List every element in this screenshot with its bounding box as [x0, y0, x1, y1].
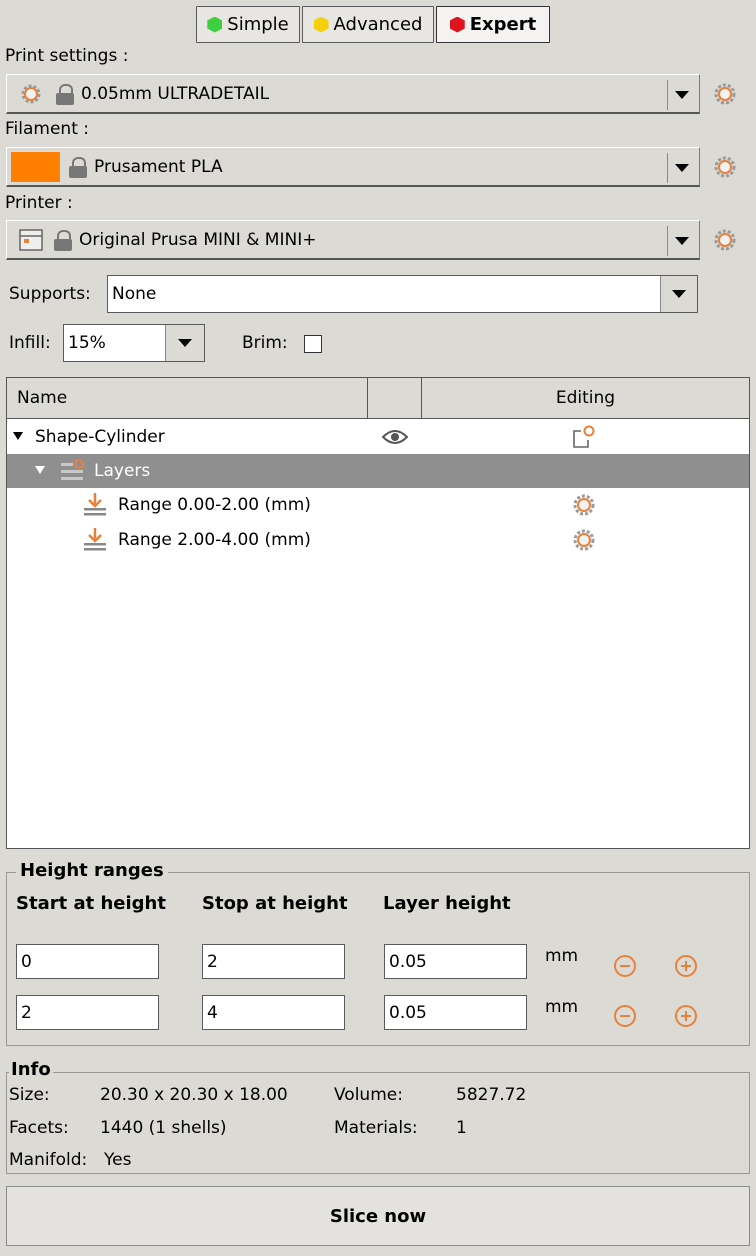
range-label: Range 2.00-4.00 (mm)	[118, 530, 311, 550]
printer-dropdown-arrow[interactable]	[667, 226, 695, 256]
facets-value: 1440 (1 shells)	[100, 1118, 227, 1138]
filament-label: Filament :	[5, 119, 89, 139]
lock-icon	[68, 156, 88, 178]
printer-value: Original Prusa MINI & MINI+	[79, 229, 317, 250]
slice-now-button[interactable]: Slice now	[6, 1186, 750, 1246]
supports-select[interactable]: None	[107, 275, 698, 313]
mode-simple-label: Simple	[227, 14, 289, 35]
expand-triangle-icon[interactable]	[35, 466, 45, 474]
filament-dropdown-arrow[interactable]	[667, 153, 695, 183]
print-settings-combo[interactable]: 0.05mm ULTRADETAIL	[6, 74, 700, 114]
printer-icon	[19, 228, 43, 251]
volume-label: Volume:	[334, 1085, 403, 1105]
object-list[interactable]: Name Editing Shape-Cylinder Layers Range…	[6, 377, 750, 849]
column-header-name[interactable]: Name	[7, 378, 367, 419]
print-settings-gear-icon	[21, 84, 41, 103]
unit-label: mm	[545, 946, 579, 966]
column-header-visibility[interactable]	[367, 378, 421, 419]
range-icon	[84, 528, 106, 551]
size-label: Size:	[9, 1085, 50, 1105]
layer-height-input[interactable]: 0.05	[384, 995, 527, 1030]
printer-combo[interactable]: Original Prusa MINI & MINI+	[6, 220, 700, 260]
printer-label: Printer :	[5, 193, 73, 213]
stop-height-header: Stop at height	[202, 893, 348, 914]
facets-label: Facets:	[9, 1118, 69, 1138]
add-range-button[interactable]	[675, 1005, 697, 1027]
edit-settings-icon[interactable]	[571, 424, 597, 450]
print-settings-value: 0.05mm ULTRADETAIL	[81, 83, 270, 104]
filament-value: Prusament PLA	[94, 156, 223, 177]
print-settings-dropdown-arrow[interactable]	[667, 80, 695, 110]
eye-icon[interactable]	[382, 429, 408, 445]
expand-triangle-icon[interactable]	[13, 432, 23, 440]
materials-label: Materials:	[334, 1118, 418, 1138]
range-icon	[84, 493, 106, 516]
manifold-label: Manifold:	[9, 1150, 88, 1170]
unit-label: mm	[545, 997, 579, 1017]
column-header-editing[interactable]: Editing	[421, 378, 749, 419]
remove-range-button[interactable]	[614, 1005, 636, 1027]
filament-edit-gear-icon[interactable]	[713, 155, 737, 179]
tree-row-object[interactable]: Shape-Cylinder	[7, 420, 749, 454]
lock-icon	[53, 229, 73, 251]
simple-mode-icon	[207, 16, 223, 33]
add-range-button[interactable]	[675, 955, 697, 977]
size-value: 20.30 x 20.30 x 18.00	[100, 1085, 288, 1105]
lock-icon	[55, 83, 75, 105]
start-height-input[interactable]: 0	[16, 944, 159, 979]
mode-advanced-button[interactable]: Advanced	[302, 6, 434, 43]
filament-color-swatch	[11, 151, 60, 182]
start-height-input[interactable]: 2	[16, 995, 159, 1030]
infill-dropdown-arrow[interactable]	[165, 325, 204, 361]
tree-row-range[interactable]: Range 0.00-2.00 (mm)	[7, 488, 749, 522]
range-label: Range 0.00-2.00 (mm)	[118, 495, 311, 515]
advanced-mode-icon	[313, 16, 329, 33]
remove-range-button[interactable]	[614, 955, 636, 977]
object-name: Shape-Cylinder	[35, 427, 165, 447]
print-settings-label: Print settings :	[5, 46, 129, 66]
supports-dropdown-arrow[interactable]	[660, 276, 697, 312]
volume-value: 5827.72	[456, 1085, 527, 1105]
layers-label: Layers	[94, 461, 151, 481]
mode-expert-button[interactable]: Expert	[436, 6, 550, 43]
stop-height-input[interactable]: 2	[202, 944, 345, 979]
supports-value: None	[112, 284, 157, 304]
mode-simple-button[interactable]: Simple	[196, 6, 300, 43]
start-height-header: Start at height	[16, 893, 166, 914]
mode-expert-label: Expert	[469, 14, 537, 35]
printer-edit-gear-icon[interactable]	[713, 228, 737, 252]
layers-icon	[61, 459, 84, 480]
height-ranges-title: Height ranges	[16, 860, 168, 881]
manifold-value: Yes	[104, 1150, 132, 1170]
layer-height-input[interactable]: 0.05	[384, 944, 527, 979]
mode-advanced-label: Advanced	[333, 14, 423, 35]
infill-label: Infill:	[9, 333, 51, 353]
tree-row-range[interactable]: Range 2.00-4.00 (mm)	[7, 523, 749, 557]
range-settings-gear-icon[interactable]	[572, 528, 596, 552]
stop-height-input[interactable]: 4	[202, 995, 345, 1030]
infill-select[interactable]: 15%	[63, 324, 205, 362]
print-settings-edit-gear-icon[interactable]	[713, 82, 737, 106]
tree-row-layers[interactable]: Layers	[7, 454, 749, 488]
filament-combo[interactable]: Prusament PLA	[6, 147, 700, 187]
brim-checkbox[interactable]	[304, 335, 322, 353]
range-settings-gear-icon[interactable]	[572, 493, 596, 517]
layer-height-header: Layer height	[383, 893, 511, 914]
expert-mode-icon	[449, 16, 465, 33]
brim-label: Brim:	[242, 333, 288, 353]
infill-value: 15%	[68, 333, 106, 353]
info-title: Info	[9, 1059, 53, 1080]
supports-label: Supports:	[9, 284, 91, 304]
materials-value: 1	[456, 1118, 467, 1138]
